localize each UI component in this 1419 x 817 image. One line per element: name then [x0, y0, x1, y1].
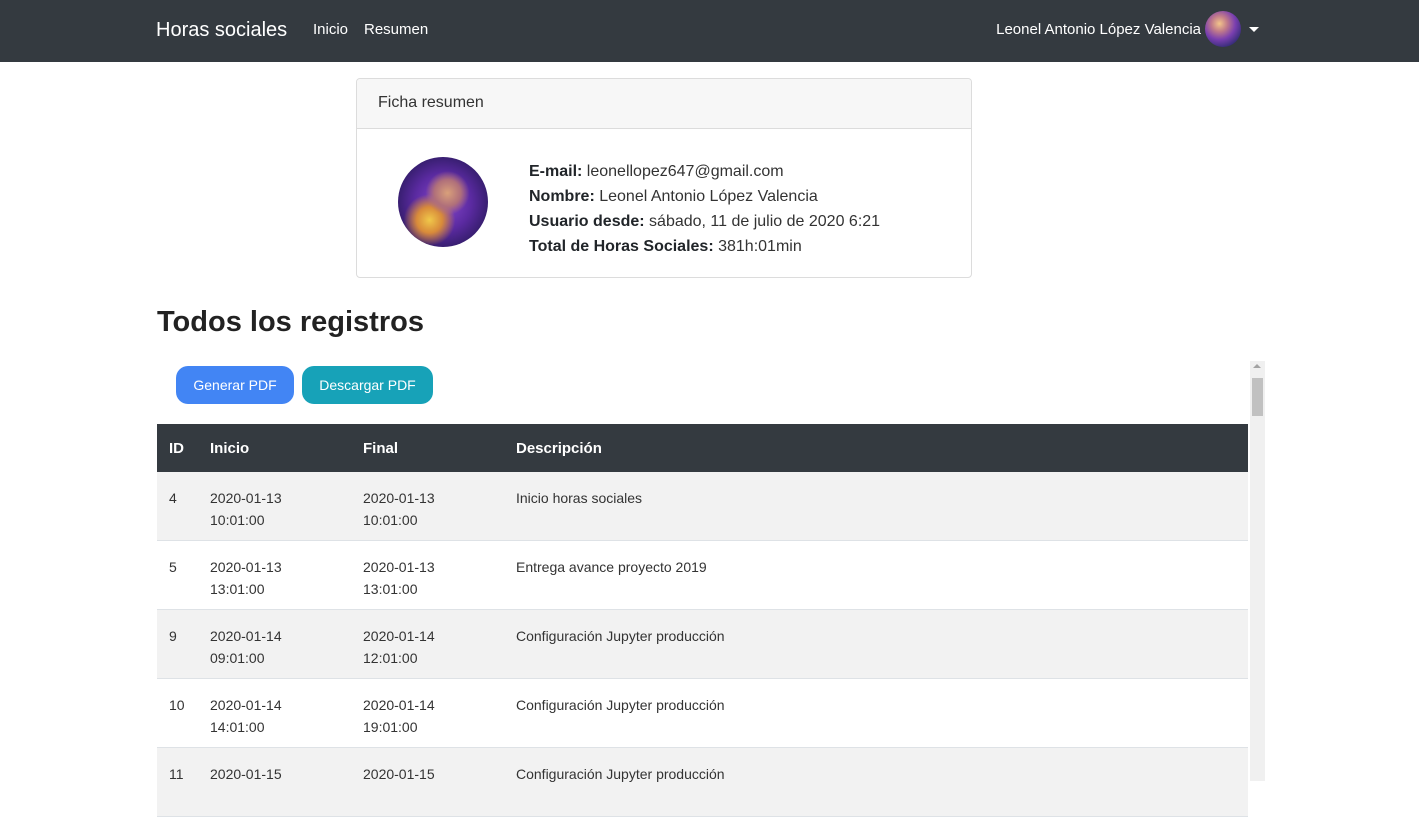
profile-info: E-mail: leonellopez647@gmail.com Nombre:…	[529, 159, 880, 259]
profile-avatar	[398, 157, 488, 247]
cell-inicio-time: 10:01:00	[210, 512, 265, 528]
cell-inicio: 2020-01-14 09:01:00	[210, 625, 282, 669]
brand-link[interactable]: Horas sociales	[156, 17, 287, 43]
table-row: 9 2020-01-14 09:01:00 2020-01-14 12:01:00 …	[157, 610, 1248, 679]
cell-id: 4	[169, 490, 177, 506]
email-value: leonellopez647@gmail.com	[586, 163, 784, 180]
cell-inicio-time: 13:01:00	[210, 581, 265, 597]
cell-descripcion: Configuración Jupyter producción	[516, 766, 725, 782]
name-value: Leonel Antonio López Valencia	[599, 188, 818, 205]
cell-final-date: 2020-01-14	[363, 628, 435, 644]
nav-link-resumen[interactable]: Resumen	[364, 20, 428, 40]
cell-inicio-date: 2020-01-13	[210, 559, 282, 575]
scrollbar-track[interactable]	[1250, 361, 1265, 781]
header-final: Final	[363, 440, 399, 457]
cell-final-date: 2020-01-14	[363, 697, 435, 713]
cell-inicio-time: 09:01:00	[210, 650, 265, 666]
generate-pdf-button[interactable]: Generar PDF	[176, 366, 294, 404]
cell-final-time: 19:01:00	[363, 719, 418, 735]
cell-id: 9	[169, 628, 177, 644]
cell-final-date: 2020-01-13	[363, 490, 435, 506]
cell-inicio: 2020-01-13 10:01:00	[210, 487, 282, 531]
header-id: ID	[169, 440, 184, 457]
table-row: 5 2020-01-13 13:01:00 2020-01-13 13:01:00 …	[157, 541, 1248, 610]
header-descripcion: Descripción	[516, 440, 602, 457]
scroll-up-arrow-icon[interactable]	[1253, 364, 1261, 368]
summary-card: Ficha resumen E-mail: leonellopez647@gma…	[356, 78, 972, 278]
since-label: Usuario desde:	[529, 213, 645, 230]
nav-link-inicio[interactable]: Inicio	[313, 20, 348, 40]
cell-final-time: 10:01:00	[363, 512, 418, 528]
email-label: E-mail:	[529, 163, 583, 180]
cell-id: 5	[169, 559, 177, 575]
total-label: Total de Horas Sociales:	[529, 238, 714, 255]
user-menu-dropdown[interactable]: Leonel Antonio López Valencia	[996, 11, 1259, 47]
cell-descripcion: Entrega avance proyecto 2019	[516, 559, 707, 575]
cell-final: 2020-01-15	[363, 763, 435, 785]
records-table: ID Inicio Final Descripción 4 2020-01-13…	[157, 424, 1248, 817]
cell-final-time: 13:01:00	[363, 581, 418, 597]
table-row: 11 2020-01-15 2020-01-15 Configuración J…	[157, 748, 1248, 817]
cell-descripcion: Inicio horas sociales	[516, 490, 643, 506]
cell-final: 2020-01-14 19:01:00	[363, 694, 435, 738]
download-pdf-button[interactable]: Descargar PDF	[302, 366, 433, 404]
cell-inicio-date: 2020-01-14	[210, 697, 282, 713]
cell-inicio: 2020-01-13 13:01:00	[210, 556, 282, 600]
cell-final: 2020-01-13 13:01:00	[363, 556, 435, 600]
email-line: E-mail: leonellopez647@gmail.com	[529, 159, 880, 184]
name-label: Nombre:	[529, 188, 595, 205]
cell-inicio-date: 2020-01-13	[210, 490, 282, 506]
user-avatar	[1205, 11, 1241, 47]
cell-final-date: 2020-01-13	[363, 559, 435, 575]
caret-down-icon	[1249, 26, 1259, 32]
cell-final-date: 2020-01-15	[363, 766, 435, 782]
cell-descripcion: Configuración Jupyter producción	[516, 628, 725, 644]
cell-inicio-time: 14:01:00	[210, 719, 265, 735]
since-line: Usuario desde: sábado, 11 de julio de 20…	[529, 209, 880, 234]
cell-inicio: 2020-01-15	[210, 763, 282, 785]
table-row: 10 2020-01-14 14:01:00 2020-01-14 19:01:00…	[157, 679, 1248, 748]
header-inicio: Inicio	[210, 440, 250, 457]
since-value: sábado, 11 de julio de 2020 6:21	[649, 213, 881, 230]
user-name: Leonel Antonio López Valencia	[996, 20, 1201, 38]
cell-final-time: 12:01:00	[363, 650, 418, 666]
cell-descripcion: Configuración Jupyter producción	[516, 697, 725, 713]
total-value: 381h:01min	[718, 238, 802, 255]
cell-final: 2020-01-14 12:01:00	[363, 625, 435, 669]
card-header: Ficha resumen	[357, 79, 971, 129]
cell-inicio: 2020-01-14 14:01:00	[210, 694, 282, 738]
cell-id: 10	[169, 697, 185, 713]
table-header: ID Inicio Final Descripción	[157, 424, 1248, 472]
scrollbar-thumb[interactable]	[1252, 378, 1263, 416]
total-line: Total de Horas Sociales: 381h:01min	[529, 234, 880, 259]
table-row: 4 2020-01-13 10:01:00 2020-01-13 10:01:00 …	[157, 472, 1248, 541]
cell-id: 11	[169, 766, 184, 782]
name-line: Nombre: Leonel Antonio López Valencia	[529, 184, 880, 209]
page-heading: Todos los registros	[157, 306, 424, 338]
navbar: Horas sociales Inicio Resumen Leonel Ant…	[0, 0, 1419, 62]
card-title: Ficha resumen	[378, 94, 484, 111]
cell-inicio-date: 2020-01-14	[210, 628, 282, 644]
cell-final: 2020-01-13 10:01:00	[363, 487, 435, 531]
cell-inicio-date: 2020-01-15	[210, 766, 282, 782]
